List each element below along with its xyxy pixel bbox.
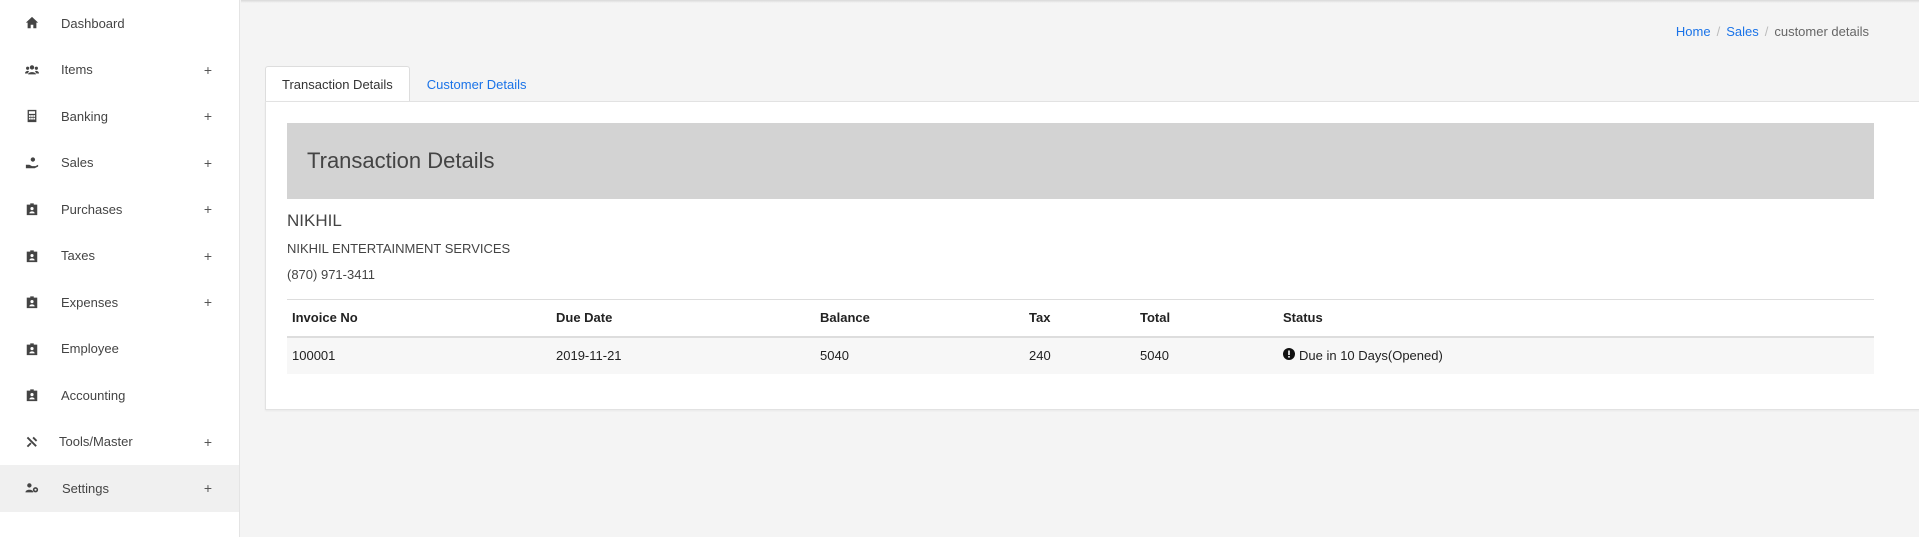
- expand-plus-icon[interactable]: +: [202, 108, 214, 124]
- breadcrumb-current: customer details: [1774, 24, 1869, 39]
- calculator-icon: [24, 108, 40, 124]
- column-header-invoice: Invoice No: [287, 299, 551, 338]
- id-badge-icon: [24, 341, 40, 357]
- sidebar-item-label: Purchases: [61, 201, 123, 217]
- sidebar-item-label: Employee: [61, 341, 119, 357]
- expand-plus-icon[interactable]: +: [202, 201, 214, 217]
- sidebar-item-label: Taxes: [61, 248, 95, 264]
- breadcrumb-sales-link[interactable]: Sales: [1726, 24, 1759, 39]
- hand-coin-icon: [24, 155, 40, 171]
- tools-icon: [24, 434, 40, 450]
- invoice-cell: 100001: [287, 336, 551, 374]
- table-row[interactable]: 100001 2019-11-21 5040 240 5040 Due in 1…: [287, 336, 1874, 374]
- sidebar-item-items[interactable]: Items +: [0, 47, 239, 94]
- column-header-status: Status: [1278, 299, 1874, 338]
- id-badge-icon: [24, 201, 40, 217]
- expand-plus-icon[interactable]: +: [202, 155, 214, 171]
- sidebar-item-purchases[interactable]: Purchases +: [0, 186, 239, 233]
- expand-plus-icon[interactable]: +: [202, 434, 214, 450]
- column-header-balance: Balance: [815, 299, 1024, 338]
- sidebar-item-expenses[interactable]: Expenses +: [0, 279, 239, 326]
- breadcrumb: Home / Sales / customer details: [1676, 24, 1869, 39]
- sidebar-item-label: Accounting: [61, 387, 126, 403]
- sidebar-item-dashboard[interactable]: Dashboard: [0, 0, 239, 47]
- transaction-panel: Transaction Details NIKHIL NIKHIL ENTERT…: [265, 101, 1919, 410]
- tab-transaction-details[interactable]: Transaction Details: [265, 66, 410, 102]
- id-badge-icon: [24, 294, 40, 310]
- expand-plus-icon[interactable]: +: [202, 480, 214, 496]
- sidebar-item-accounting[interactable]: Accounting: [0, 372, 239, 419]
- sidebar-item-employee[interactable]: Employee: [0, 326, 239, 373]
- status-text: Due in 10 Days(Opened): [1299, 348, 1443, 363]
- customer-name: NIKHIL: [287, 211, 342, 230]
- balance-cell: 5040: [815, 336, 1024, 374]
- top-shadow: [241, 0, 1919, 3]
- customer-company: NIKHIL ENTERTAINMENT SERVICES: [287, 241, 511, 256]
- id-badge-icon: [24, 248, 40, 264]
- sidebar-item-tools-master[interactable]: Tools/Master +: [0, 419, 239, 466]
- tax-cell: 240: [1024, 336, 1135, 374]
- home-icon: [24, 15, 40, 31]
- sidebar-item-label: Settings: [62, 480, 109, 496]
- expand-plus-icon[interactable]: +: [202, 294, 214, 310]
- total-cell: 5040: [1135, 336, 1278, 374]
- expand-plus-icon[interactable]: +: [202, 62, 214, 78]
- table-header-row: Invoice No Due Date Balance Tax Total St…: [287, 299, 1874, 338]
- breadcrumb-home-link[interactable]: Home: [1676, 24, 1711, 39]
- tab-customer-details[interactable]: Customer Details: [410, 66, 544, 102]
- tab-bar: Transaction Details Customer Details: [265, 66, 544, 102]
- sidebar-item-label: Expenses: [61, 294, 119, 310]
- status-cell: Due in 10 Days(Opened): [1278, 336, 1874, 374]
- exclamation-circle-icon: [1283, 348, 1295, 363]
- sidebar-item-label: Sales: [61, 155, 94, 171]
- users-cog-icon: [24, 480, 40, 496]
- sidebar-item-banking[interactable]: Banking +: [0, 93, 239, 140]
- sidebar-item-label: Tools/Master: [59, 434, 133, 450]
- customer-phone: (870) 971-3411: [287, 267, 375, 282]
- sidebar-item-label: Items: [61, 62, 93, 78]
- column-header-due-date: Due Date: [551, 299, 815, 338]
- id-badge-icon: [24, 387, 40, 403]
- sidebar-item-settings[interactable]: Settings +: [0, 465, 239, 512]
- column-header-tax: Tax: [1024, 299, 1135, 338]
- column-header-total: Total: [1135, 299, 1278, 338]
- sidebar: Dashboard Items + Banking + Sales + Purc…: [0, 0, 240, 537]
- panel-title: Transaction Details: [287, 123, 1874, 199]
- sidebar-item-taxes[interactable]: Taxes +: [0, 233, 239, 280]
- sidebar-item-label: Banking: [61, 108, 108, 124]
- breadcrumb-separator: /: [1764, 24, 1769, 39]
- breadcrumb-separator: /: [1716, 24, 1721, 39]
- due-date-cell: 2019-11-21: [551, 336, 815, 374]
- expand-plus-icon[interactable]: +: [202, 248, 214, 264]
- transactions-table: Invoice No Due Date Balance Tax Total St…: [287, 299, 1874, 374]
- users-icon: [24, 62, 40, 78]
- sidebar-item-label: Dashboard: [61, 15, 125, 31]
- sidebar-item-sales[interactable]: Sales +: [0, 140, 239, 187]
